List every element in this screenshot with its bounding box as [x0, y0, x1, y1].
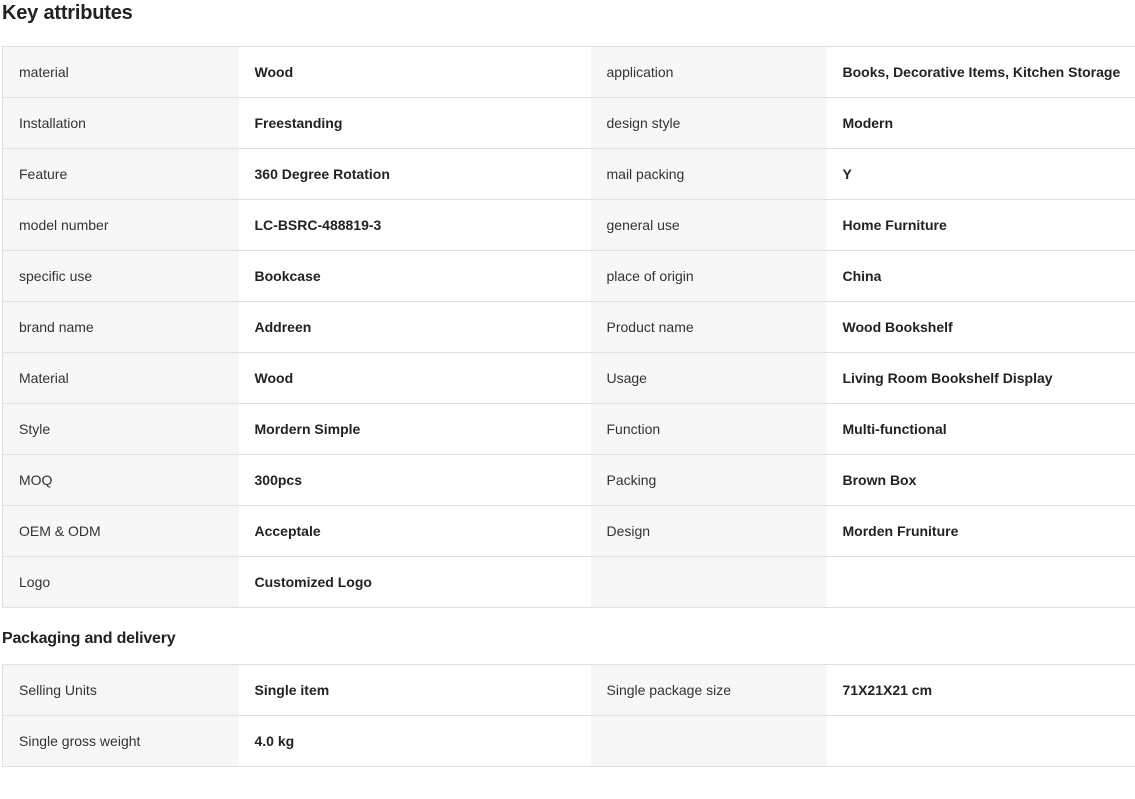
table-row: Material Wood Usage Living Room Bookshelf D… — [2, 352, 1135, 404]
attribute-value: LC-BSRC-488819-3 — [238, 199, 591, 251]
attribute-label: Design — [590, 505, 827, 557]
attribute-value: Multi-functional — [826, 403, 1135, 455]
attribute-value: Bookcase — [238, 250, 591, 302]
table-row: Selling Units Single item Single package s… — [2, 664, 1135, 716]
attribute-label: specific use — [2, 250, 239, 302]
attribute-value: Modern — [826, 97, 1135, 149]
attribute-value: 300pcs — [238, 454, 591, 506]
key-attributes-table: material Wood application Books, Decorative… — [2, 46, 1135, 608]
attribute-value: 360 Degree Rotation — [238, 148, 591, 200]
attribute-label: design style — [590, 97, 827, 149]
attribute-label: Packing — [590, 454, 827, 506]
attribute-label: Selling Units — [2, 664, 239, 716]
attribute-value: Living Room Bookshelf Display — [826, 352, 1135, 404]
attribute-label — [590, 556, 827, 608]
table-row: model number LC-BSRC-488819-3 general use H… — [2, 199, 1135, 251]
attribute-label: OEM & ODM — [2, 505, 239, 557]
attribute-value: Y — [826, 148, 1135, 200]
table-row: MOQ 300pcs Packing Brown Box — [2, 454, 1135, 506]
attribute-label: model number — [2, 199, 239, 251]
attribute-value: Mordern Simple — [238, 403, 591, 455]
attribute-label: Logo — [2, 556, 239, 608]
attribute-value: Books, Decorative Items, Kitchen Storage — [826, 46, 1135, 98]
attribute-label: Style — [2, 403, 239, 455]
attribute-label: Single package size — [590, 664, 827, 716]
attribute-label: Usage — [590, 352, 827, 404]
attribute-value: Wood Bookshelf — [826, 301, 1135, 353]
attribute-value: Wood — [238, 46, 591, 98]
table-row: Single gross weight 4.0 kg — [2, 715, 1135, 767]
attribute-label: Installation — [2, 97, 239, 149]
attribute-value — [826, 715, 1135, 767]
attribute-value — [826, 556, 1135, 608]
table-row: Style Mordern Simple Function Multi-functio… — [2, 403, 1135, 455]
attribute-value: Morden Fruniture — [826, 505, 1135, 557]
packaging-delivery-heading: Packaging and delivery — [2, 630, 176, 647]
attribute-label: MOQ — [2, 454, 239, 506]
attribute-label: brand name — [2, 301, 239, 353]
table-row: Feature 360 Degree Rotation mail packing Y — [2, 148, 1135, 200]
attribute-value: Home Furniture — [826, 199, 1135, 251]
attribute-label — [590, 715, 827, 767]
attribute-label: general use — [590, 199, 827, 251]
attribute-value: Freestanding — [238, 97, 591, 149]
key-attributes-heading: Key attributes — [2, 2, 133, 24]
attribute-value: Customized Logo — [238, 556, 591, 608]
attribute-value: Single item — [238, 664, 591, 716]
attribute-label: place of origin — [590, 250, 827, 302]
attribute-value: Addreen — [238, 301, 591, 353]
attribute-value: Acceptale — [238, 505, 591, 557]
table-row: Logo Customized Logo — [2, 556, 1135, 608]
attribute-label: application — [590, 46, 827, 98]
attribute-value: Wood — [238, 352, 591, 404]
table-row: brand name Addreen Product name Wood Booksh… — [2, 301, 1135, 353]
packaging-delivery-table: Selling Units Single item Single package s… — [2, 664, 1135, 767]
table-row: specific use Bookcase place of origin China — [2, 250, 1135, 302]
table-row: material Wood application Books, Decorative… — [2, 46, 1135, 98]
attribute-value: 4.0 kg — [238, 715, 591, 767]
attribute-value: 71X21X21 cm — [826, 664, 1135, 716]
attribute-label: Feature — [2, 148, 239, 200]
attribute-value: Brown Box — [826, 454, 1135, 506]
table-row: Installation Freestanding design style Mode… — [2, 97, 1135, 149]
attributes-panel: Key attributes material Wood application Bo… — [0, 0, 1135, 799]
table-row: OEM & ODM Acceptale Design Morden Fruniture — [2, 505, 1135, 557]
attribute-value: China — [826, 250, 1135, 302]
attribute-label: Product name — [590, 301, 827, 353]
attribute-label: Function — [590, 403, 827, 455]
attribute-label: material — [2, 46, 239, 98]
attribute-label: Material — [2, 352, 239, 404]
attribute-label: mail packing — [590, 148, 827, 200]
attribute-label: Single gross weight — [2, 715, 239, 767]
